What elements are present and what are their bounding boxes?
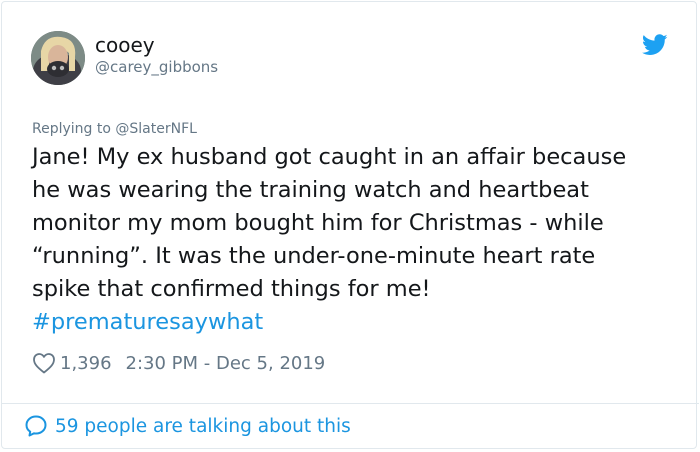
speech-bubble-icon [25,415,47,437]
avatar[interactable] [31,31,85,85]
hashtag-link[interactable]: #prematuresaywhat [32,309,263,335]
avatar-image [31,31,85,85]
replying-to-label: Replying to [32,121,111,137]
replying-to-line: Replying to @SlaterNFL [32,120,197,138]
user-handle[interactable]: @carey_gibbons [95,57,218,77]
display-name[interactable]: cooey [95,32,155,58]
tweet-timestamp[interactable]: 2:30 PM - Dec 5, 2019 [126,353,326,374]
twitter-bird-icon[interactable] [642,34,668,56]
heart-icon [33,353,55,374]
tweet-body: Jane! My ex husband got caught in an aff… [32,144,627,302]
like-button[interactable]: 1,396 [32,352,112,374]
like-count: 1,396 [60,352,112,374]
reply-mention-link[interactable]: @SlaterNFL [115,121,197,137]
tweet-meta: 1,396 2:30 PM - Dec 5, 2019 [32,351,325,375]
conversation-link[interactable]: 59 people are talking about this [24,414,351,438]
talking-about-text: 59 people are talking about this [55,415,351,437]
tweet-text: Jane! My ex husband got caught in an aff… [32,141,672,339]
footer-divider [1,403,699,404]
